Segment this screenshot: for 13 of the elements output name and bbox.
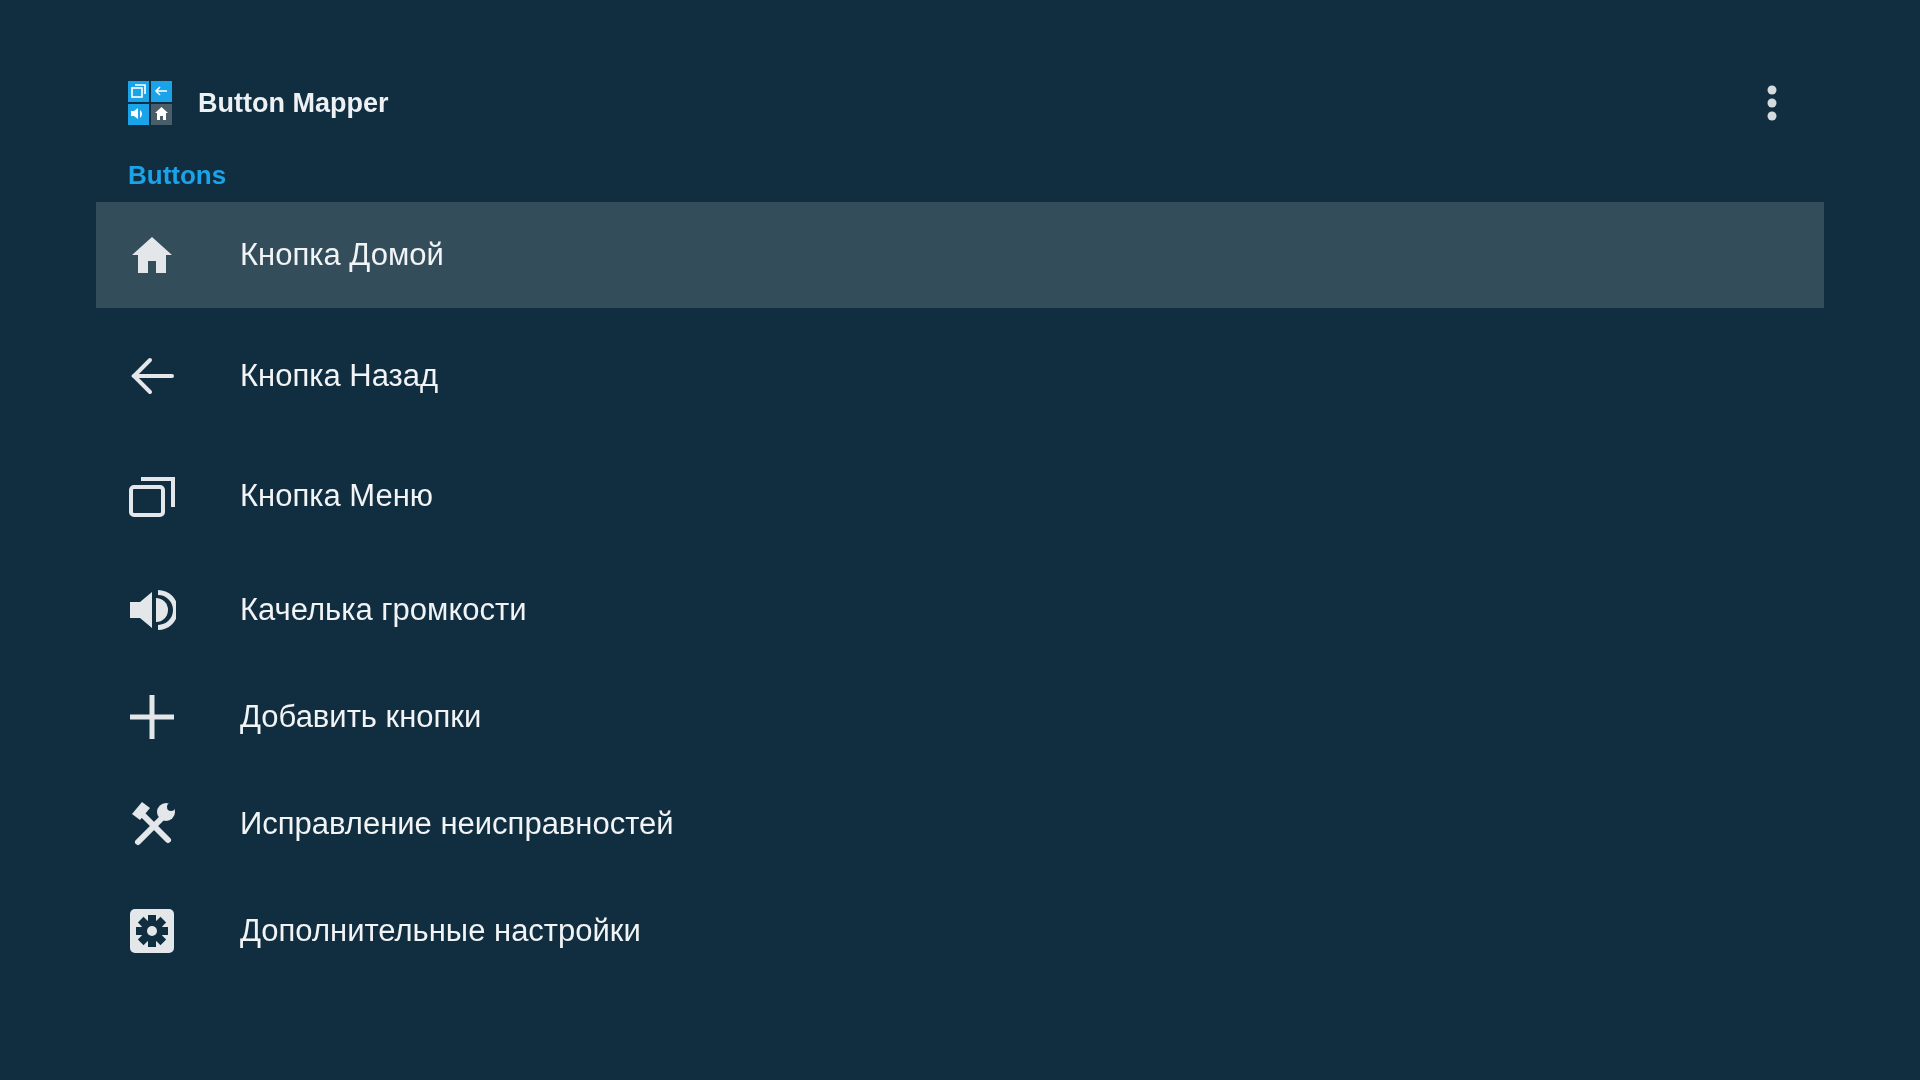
menu-item[interactable]: Добавить кнопки: [96, 663, 1824, 770]
section-header: Buttons: [127, 160, 228, 192]
plus-icon: [128, 692, 176, 741]
menu-item[interactable]: Кнопка Меню: [96, 436, 1824, 556]
more-options-button[interactable]: [1766, 85, 1778, 121]
menu-item[interactable]: Дополнительные настройки: [96, 877, 1824, 984]
gear-icon: [128, 906, 176, 955]
menu-item[interactable]: Исправление неисправностей: [96, 770, 1824, 877]
menu-item[interactable]: Качелька громкости: [96, 556, 1824, 663]
menu-item[interactable]: Кнопка Назад: [96, 316, 1824, 436]
app-logo-icon: [128, 81, 172, 125]
app-title: Button Mapper: [198, 87, 390, 119]
menu-item[interactable]: Кнопка Домой: [96, 202, 1824, 308]
